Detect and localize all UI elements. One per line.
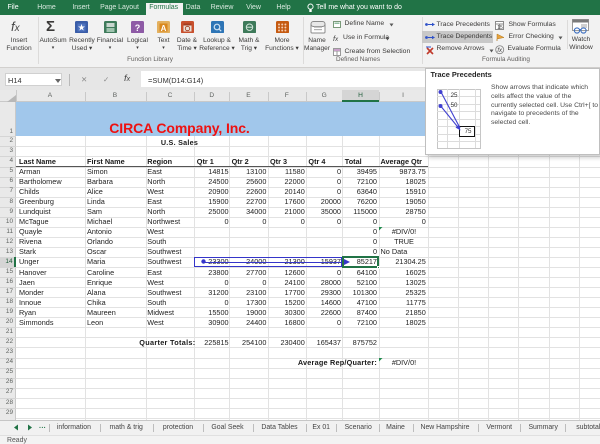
svg-text:★: ★ <box>77 22 85 32</box>
svg-text:A: A <box>161 23 167 32</box>
svg-text:15: 15 <box>497 24 503 29</box>
svg-text:?: ? <box>135 23 141 33</box>
